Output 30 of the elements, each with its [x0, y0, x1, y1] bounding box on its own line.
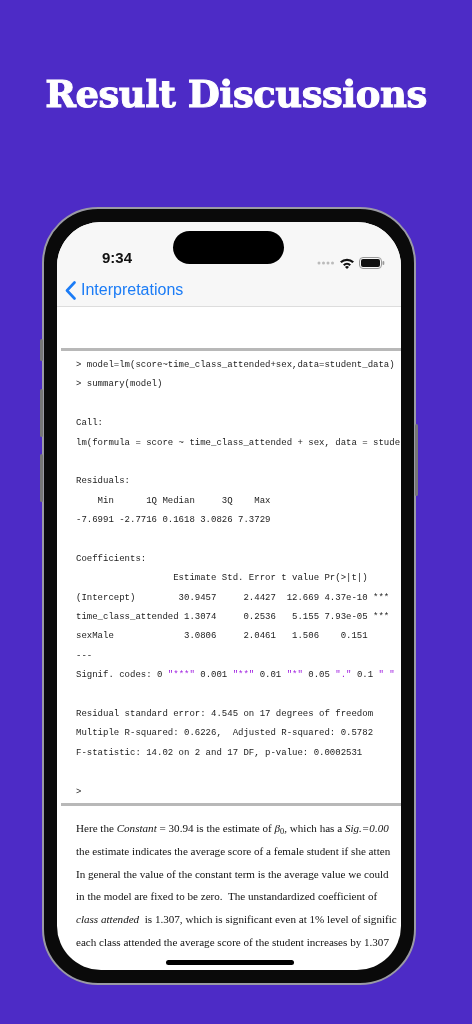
paragraph-line: each class attended the average score of the student increases by 1.307: [76, 934, 389, 950]
console-line: lm(formula = score ~ time_class_attended + sex, data = stude: [76, 436, 401, 450]
page-title: Result Discussions: [44, 71, 428, 118]
console-line: Residual standard error: 4.545 on 17 degrees of freedom: [76, 708, 374, 722]
console-line: > model=lm(score~time_class_attended+sex,data=student_data): [76, 359, 395, 372]
battery-icon: [359, 257, 385, 269]
console-line: -7.6991 -2.7716 0.1618 3.0826 7.3729: [76, 514, 271, 528]
console-line: ---: [76, 649, 93, 663]
console-line: Call:: [76, 417, 103, 431]
status-time: 9:34: [102, 247, 133, 268]
paragraph-line: in the model are fixed to be zero. The unstandardized coefficient of: [76, 889, 378, 905]
console-line: (Intercept) 30.9457 2.4427 12.669 4.37e-10 ***: [76, 591, 390, 605]
console-line: time_class_attended 1.3074 0.2536 5.155 7.93e-05 ***: [76, 611, 390, 625]
paragraph-line: class attended is 1.307, which is significant even at 1% level of signific: [76, 912, 397, 928]
console-line: Multiple R-squared: 0.6226, Adjusted R-squared: 0.5782: [76, 727, 374, 741]
console-line: Signif. codes: 0 "***" 0.001 "**" 0.01 "*" 0.05 "." 0.1 " ": [76, 669, 395, 683]
wifi-icon: [339, 257, 355, 269]
console-line: > summary(model): [76, 378, 163, 392]
back-chevron-icon: [65, 280, 76, 300]
paragraph-line: the estimate indicates the average score of a female student if she atten: [76, 843, 391, 859]
console-line: sexMale 3.0806 2.0461 1.506 0.151: [76, 630, 368, 644]
console-line: F-statistic: 14.02 on 2 and 17 DF, p-value: 0.0002531: [76, 746, 363, 760]
console-line: Residuals:: [76, 475, 130, 489]
console-line: Estimate Std. Error t value Pr(>|t|): [172, 572, 368, 586]
paragraph-line: In general the value of the constant term is the average value we could: [76, 866, 389, 882]
console-line: Coefficients:: [76, 552, 147, 566]
console-line: Min 1Q Median 3Q Max: [96, 494, 271, 508]
signal-icon: [317, 261, 335, 265]
console-line: >: [76, 785, 82, 799]
paragraph-line: Here the Constant = 30.94 is the estimate of β$_{0}$, which has a Sig.=0.00: [76, 821, 389, 839]
